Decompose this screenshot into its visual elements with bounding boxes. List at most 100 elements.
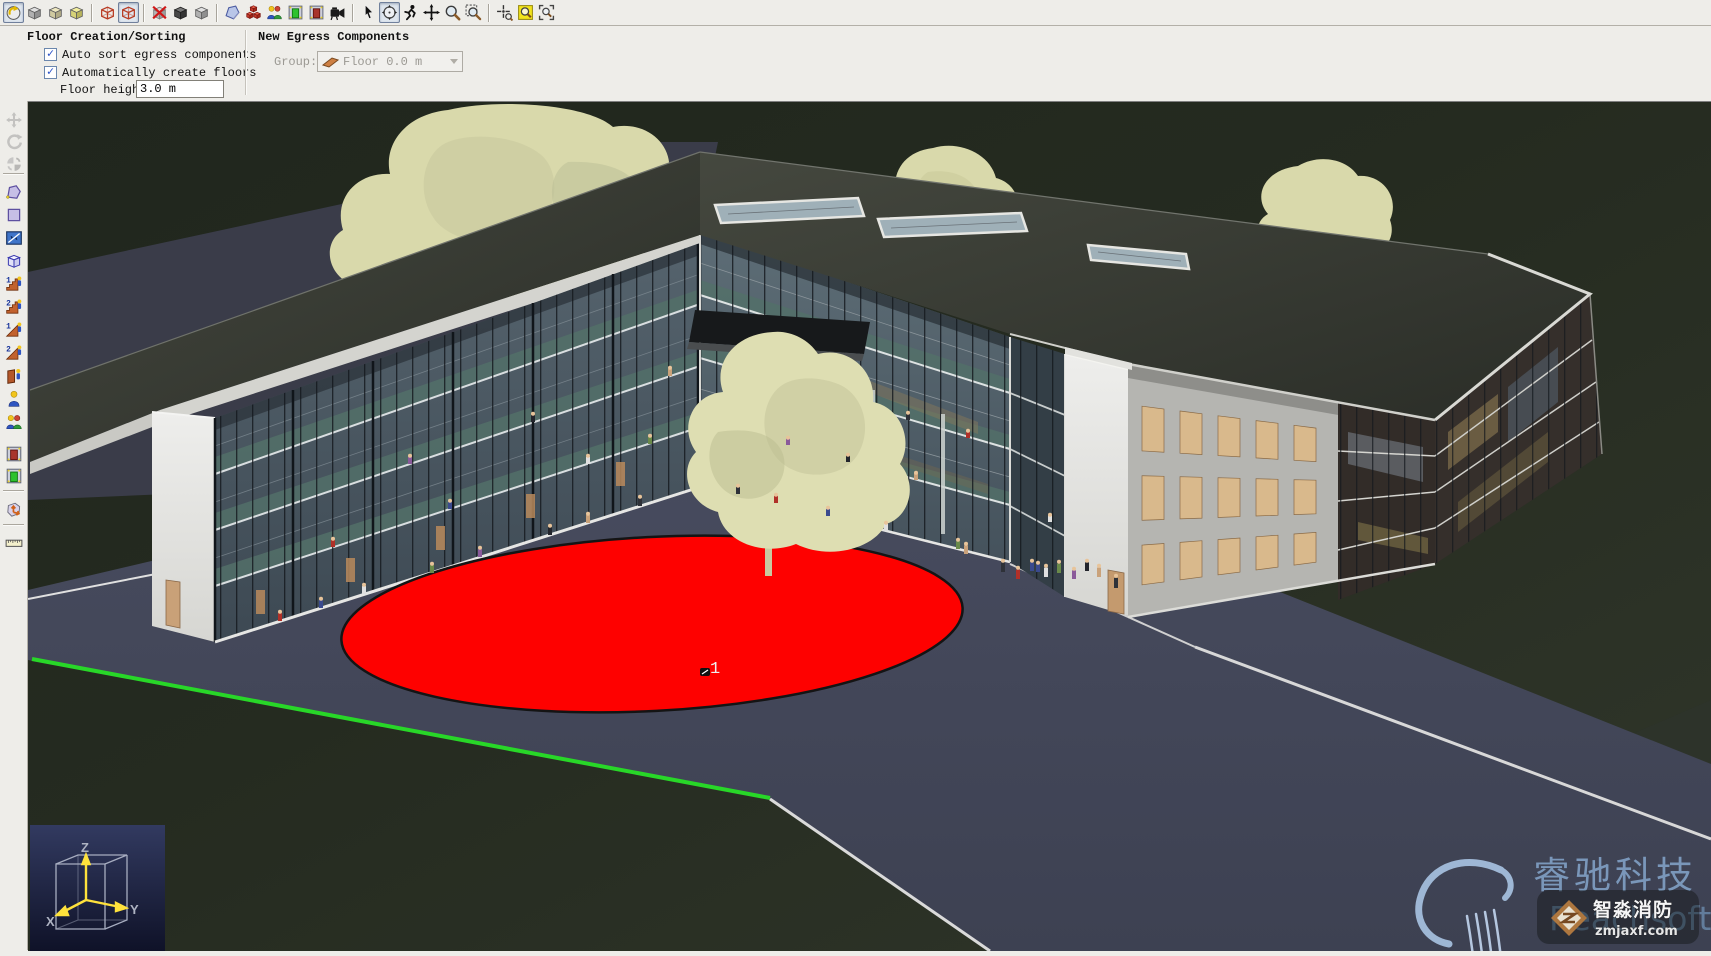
sidebar-rotate-tool [3, 131, 24, 152]
render-smooth-button[interactable] [3, 2, 24, 23]
auto-sort-egress-checkbox-label: Auto sort egress components [62, 48, 256, 62]
auto-create-floors-checkbox-label: Automatically create floors [62, 66, 256, 80]
orbit-icon [381, 4, 398, 21]
door-green-icon [5, 467, 23, 485]
render-solid-button[interactable] [24, 2, 45, 23]
sidebar-measure-tool[interactable] [3, 532, 24, 553]
toolbar-separator [143, 4, 145, 22]
people-icon [266, 4, 283, 21]
hide-objects-button[interactable] [149, 2, 170, 23]
show-hidden-button[interactable] [170, 2, 191, 23]
door-red-icon [308, 4, 325, 21]
zoom-icon [444, 4, 461, 21]
sidebar-waypoint-tool[interactable] [3, 499, 24, 520]
sidebar-add-occupant-tool[interactable] [3, 388, 24, 409]
axis-y-label: Y [130, 902, 139, 917]
floor-panel-title: Floor Creation/Sorting [27, 30, 185, 44]
unhide-all-button[interactable] [191, 2, 212, 23]
pan-tool-button[interactable] [421, 2, 442, 23]
move-grey-icon [5, 111, 23, 129]
cube-dark-icon [172, 4, 189, 21]
poly-blue-icon [224, 4, 241, 21]
cube-x-icon [151, 4, 168, 21]
axis-z-label: Z [81, 840, 89, 855]
camera-tour-button[interactable] [327, 2, 348, 23]
filter-obstructions-button[interactable] [243, 2, 264, 23]
filter-occupants-button[interactable] [264, 2, 285, 23]
end-wall [152, 412, 215, 642]
scale-grey-icon [5, 155, 23, 173]
cube-yellow-icon [68, 4, 85, 21]
partner-site-text: zmjaxf.com [1595, 924, 1678, 939]
toolbar-separator [352, 4, 354, 22]
3d-viewport[interactable]: 1 Z Y X 睿驰科技 Reachsoft 智淼消防 zmjaxf.com [28, 101, 1711, 950]
rect-purple-icon [5, 206, 23, 224]
sidebar-ramp-one-way-tool[interactable] [3, 319, 24, 340]
auto-create-floors-checkbox[interactable]: ✓ [44, 66, 57, 79]
toolbar-separator [488, 4, 490, 22]
stairs1-icon [5, 275, 23, 293]
doorper-icon [5, 367, 23, 385]
person-icon [5, 390, 23, 408]
tool-sidebar [0, 101, 28, 950]
sidebar-move-tool [3, 109, 24, 130]
auto-sort-egress-checkbox[interactable]: ✓ [44, 48, 57, 61]
sidebar-ramp-two-way-tool[interactable] [3, 342, 24, 363]
options-panel: Floor Creation/Sorting ✓ Auto sort egress… [0, 26, 1711, 102]
pan-icon [423, 4, 440, 21]
show-wireframe-button[interactable] [97, 2, 118, 23]
zoom-selected-button[interactable] [494, 2, 515, 23]
zoom-box-tool-button[interactable] [463, 2, 484, 23]
filter-geometry-button[interactable] [222, 2, 243, 23]
poly-purple-icon [5, 183, 23, 201]
sphere-arrow-icon [5, 4, 22, 21]
filter-exits-button[interactable] [285, 2, 306, 23]
cube-tan-icon [47, 4, 64, 21]
render-flat-button[interactable] [45, 2, 66, 23]
partner-logo: 智淼消防 zmjaxf.com [1537, 890, 1699, 944]
orbit-tool-button[interactable] [379, 2, 400, 23]
sidebar-separator [3, 490, 24, 492]
zoom-tool-button[interactable] [442, 2, 463, 23]
roam-tool-button[interactable] [400, 2, 421, 23]
toolbar-separator [216, 4, 218, 22]
sidebar-box-obstruction-tool[interactable] [3, 250, 24, 271]
reset-view-button[interactable] [536, 2, 557, 23]
group-label: Group: [274, 55, 317, 69]
cube-wire-icon [120, 4, 137, 21]
zoom-ext-icon [538, 4, 555, 21]
cube-icon [26, 4, 43, 21]
show-outlines-button[interactable] [118, 2, 139, 23]
select-tool-button[interactable] [358, 2, 379, 23]
sidebar-thin-wall-tool[interactable] [3, 227, 24, 248]
ramp2-icon [5, 344, 23, 362]
toolbar-separator [91, 4, 93, 22]
sidebar-add-occupant-group-tool[interactable] [3, 411, 24, 432]
filter-doors-button[interactable] [306, 2, 327, 23]
box3d-icon [5, 252, 23, 270]
door-green-icon [287, 4, 304, 21]
cursor-icon [360, 4, 377, 21]
render-textured-button[interactable] [66, 2, 87, 23]
sidebar-stairs-one-way-tool[interactable] [3, 273, 24, 294]
sidebar-rectangle-room-tool[interactable] [3, 204, 24, 225]
zoom-fit-button[interactable] [515, 2, 536, 23]
waypoint-marker[interactable] [700, 668, 710, 676]
sidebar-stairs-two-way-tool[interactable] [3, 296, 24, 317]
group-dropdown-value: Floor 0.0 m [343, 55, 442, 69]
chevron-down-icon [450, 59, 458, 64]
sidebar-add-door-occupant-tool[interactable] [3, 365, 24, 386]
cube-icon [193, 4, 210, 21]
sidebar-door-tool[interactable] [3, 443, 24, 464]
group-dropdown[interactable]: Floor 0.0 m [317, 51, 463, 72]
zoom-box-icon [465, 4, 482, 21]
floor-icon [322, 56, 339, 68]
ramp1-icon [5, 321, 23, 339]
sidebar-exit-door-tool[interactable] [3, 465, 24, 486]
axis-indicator[interactable]: Z Y X [30, 825, 165, 951]
main-toolbar [0, 0, 1711, 26]
sidebar-polygon-room-tool[interactable] [3, 181, 24, 202]
egress-panel-title: New Egress Components [258, 30, 409, 44]
floor-height-input[interactable] [136, 80, 224, 98]
atrium-glass [1010, 337, 1065, 597]
